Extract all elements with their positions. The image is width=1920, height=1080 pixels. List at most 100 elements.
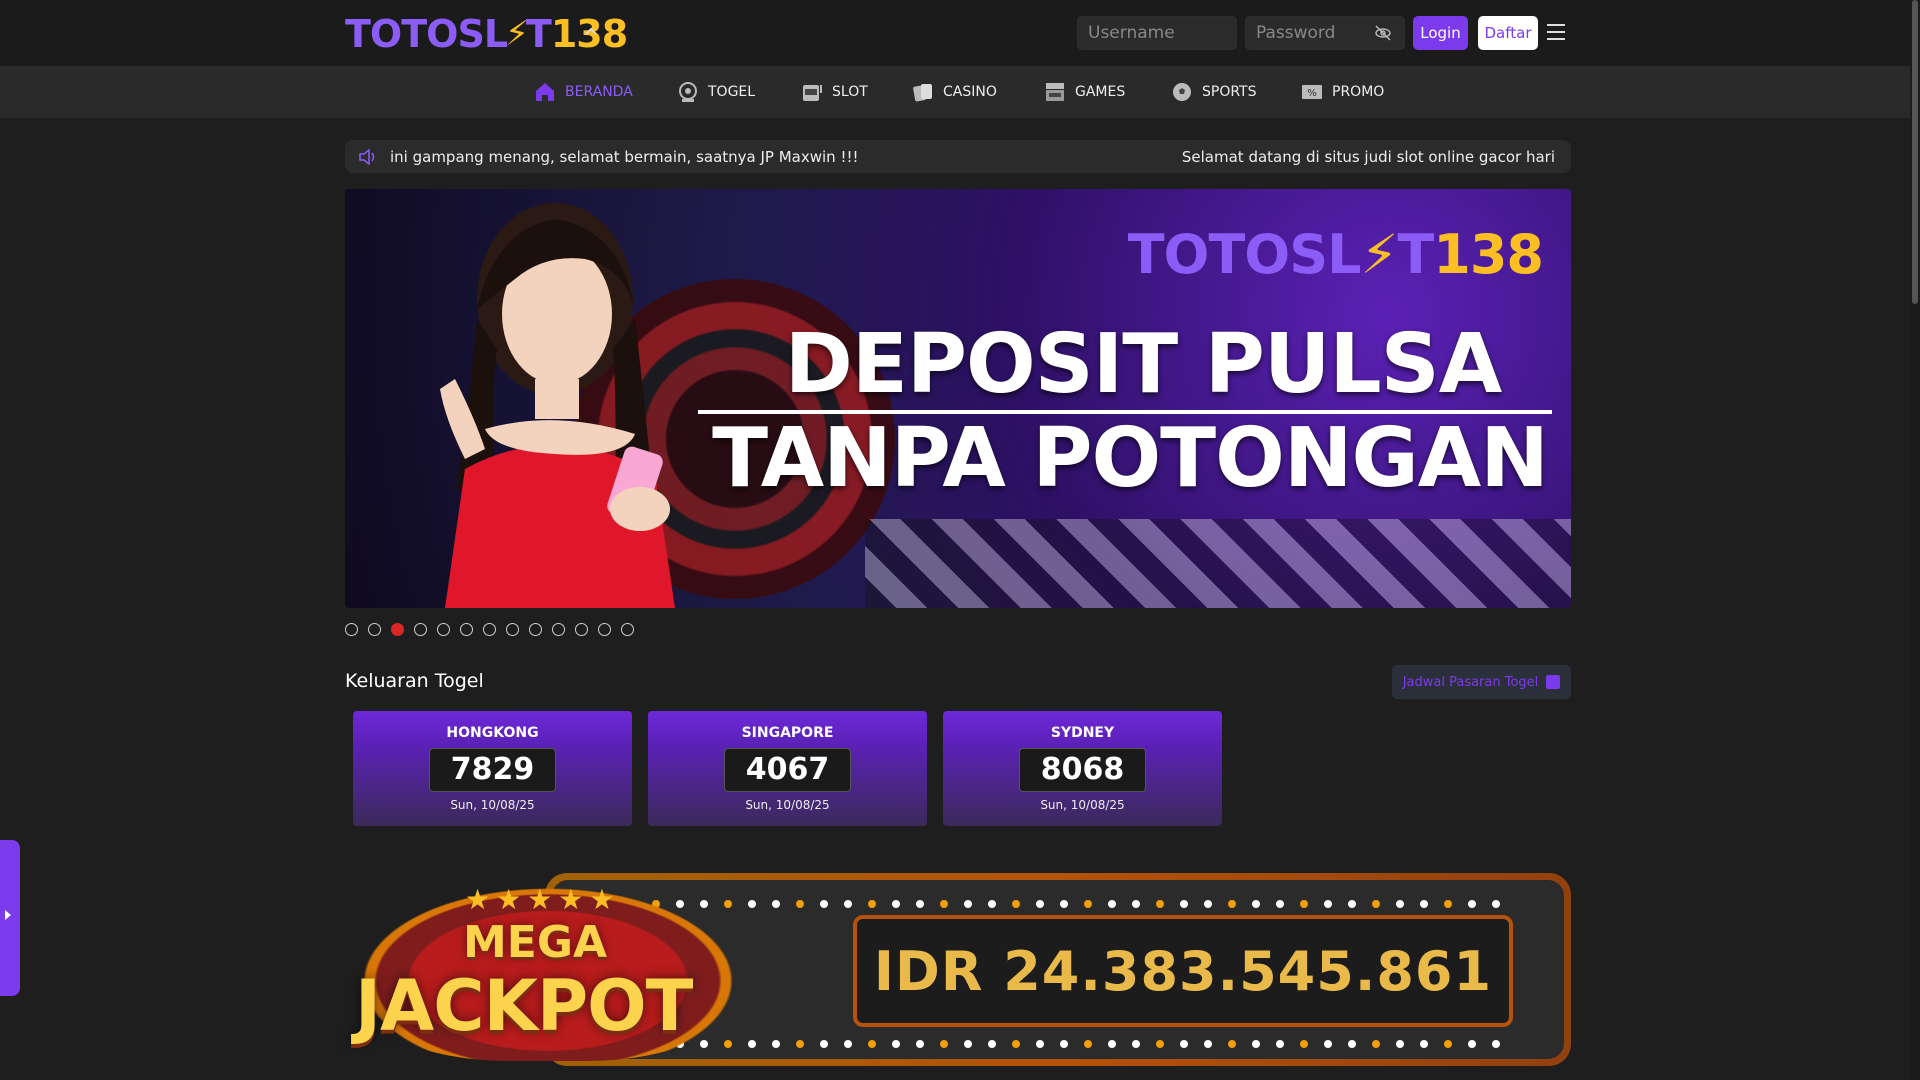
carousel-dot[interactable] <box>552 623 565 636</box>
nav-label: CASINO <box>943 84 997 100</box>
login-button[interactable]: Login <box>1413 16 1468 50</box>
logo-text: T <box>525 12 552 56</box>
mega-jackpot-logo: ★★★★★ MEGA JACKPOT <box>345 873 755 1066</box>
banner-headline-1: DEPOSIT PULSA <box>784 317 1502 412</box>
section-title: Keluaran Togel <box>345 670 484 692</box>
carousel-dot[interactable] <box>460 623 473 636</box>
light-bulb <box>964 900 972 908</box>
light-bulb <box>796 900 804 908</box>
cards-icon <box>911 80 935 104</box>
marquee-text: ini gampang menang, selamat bermain, saa… <box>390 148 859 166</box>
stars-icon: ★★★★★ <box>465 883 621 916</box>
light-bulb <box>1324 1040 1332 1048</box>
light-bulb <box>1300 1040 1308 1048</box>
light-bulb <box>1012 1040 1020 1048</box>
banner-logo-text: TOTOSL <box>1127 223 1362 286</box>
carousel-dots <box>345 623 634 637</box>
result-card-hongkong[interactable]: HONGKONG 7829 Sun, 10/08/25 <box>353 711 632 826</box>
light-bulb <box>1036 900 1044 908</box>
result-card-singapore[interactable]: SINGAPORE 4067 Sun, 10/08/25 <box>648 711 927 826</box>
light-bulb <box>796 1040 804 1048</box>
result-date: Sun, 10/08/25 <box>450 798 535 812</box>
home-icon <box>533 80 557 104</box>
light-bulb <box>988 1040 996 1048</box>
calendar-icon <box>1546 675 1561 689</box>
light-bulb <box>892 900 900 908</box>
carousel-dot[interactable] <box>483 623 496 636</box>
scrollbar[interactable] <box>1910 0 1920 1080</box>
market-name: SINGAPORE <box>741 725 834 741</box>
light-bulb <box>1372 900 1380 908</box>
nav-item-slot[interactable]: SLOT <box>800 80 868 104</box>
nav-item-games[interactable]: GAMES <box>1043 80 1125 104</box>
light-bulb <box>1108 900 1116 908</box>
light-bulb <box>1492 1040 1500 1048</box>
slot-machine-icon <box>800 80 824 104</box>
eye-off-icon[interactable] <box>1374 24 1392 42</box>
banner-logo-number: 138 <box>1433 223 1544 286</box>
carousel-dot[interactable] <box>506 623 519 636</box>
light-bulb <box>1156 900 1164 908</box>
light-bulb <box>916 900 924 908</box>
scrollbar-thumb[interactable] <box>1912 0 1918 304</box>
play-arrow-icon <box>5 910 11 920</box>
carousel-dot[interactable] <box>598 623 611 636</box>
light-bulb <box>1108 1040 1116 1048</box>
jackpot-label: JACKPOT <box>355 965 693 1047</box>
light-bulb <box>1204 1040 1212 1048</box>
light-bulb <box>1396 900 1404 908</box>
svg-text:%: % <box>1307 88 1317 99</box>
light-bulb <box>916 1040 924 1048</box>
carousel-dot[interactable] <box>575 623 588 636</box>
light-bulb <box>1276 900 1284 908</box>
checkered-floor <box>865 519 1571 608</box>
carousel-dot[interactable] <box>529 623 542 636</box>
chevron-up-icon[interactable] <box>584 22 598 42</box>
light-bulb <box>964 1040 972 1048</box>
nav-item-casino[interactable]: CASINO <box>911 80 997 104</box>
nav-item-sports[interactable]: SPORTS <box>1170 80 1257 104</box>
light-bulb <box>844 1040 852 1048</box>
togel-icon <box>676 80 700 104</box>
light-bulb <box>868 900 876 908</box>
result-card-sydney[interactable]: SYDNEY 8068 Sun, 10/08/25 <box>943 711 1222 826</box>
banner-headline-2: TANPA POTONGAN <box>712 411 1549 506</box>
nav-item-togel[interactable]: TOGEL <box>676 80 755 104</box>
carousel-dot[interactable] <box>621 623 634 636</box>
carousel-dot[interactable] <box>368 623 381 636</box>
register-button[interactable]: Daftar <box>1478 16 1538 50</box>
light-bulb <box>1228 900 1236 908</box>
light-bulb <box>1444 900 1452 908</box>
announcement-marquee: ini gampang menang, selamat bermain, saa… <box>345 140 1571 173</box>
hero-banner[interactable]: TOTOSL⚡T138 DEPOSIT PULSA TANPA POTONGAN <box>345 189 1571 608</box>
light-bulb <box>1420 1040 1428 1048</box>
nav-item-promo[interactable]: % PROMO <box>1300 80 1384 104</box>
light-bulb <box>1132 1040 1140 1048</box>
light-bulb <box>1348 1040 1356 1048</box>
schedule-button[interactable]: Jadwal Pasaran Togel <box>1392 665 1571 699</box>
carousel-dot[interactable] <box>345 623 358 636</box>
side-drawer-toggle[interactable] <box>0 840 20 996</box>
logo-text: TOTOSL <box>345 12 508 56</box>
carousel-dot[interactable] <box>391 623 404 636</box>
carousel-dot[interactable] <box>437 623 450 636</box>
light-bulb <box>1228 1040 1236 1048</box>
jackpot-amount: IDR 24.383.545.861 <box>853 915 1513 1027</box>
light-bulb <box>1084 900 1092 908</box>
menu-icon[interactable] <box>1547 24 1565 40</box>
carousel-dot[interactable] <box>414 623 427 636</box>
nav-label: SPORTS <box>1202 84 1257 100</box>
nav-item-beranda[interactable]: BERANDA <box>533 80 633 104</box>
logo-bolt-icon: ⚡ <box>505 14 529 54</box>
speaker-icon <box>357 147 379 167</box>
result-number: 8068 <box>1019 748 1146 792</box>
nav-label: BERANDA <box>565 84 633 100</box>
light-bulb <box>1156 1040 1164 1048</box>
light-bulb <box>1372 1040 1380 1048</box>
mega-label: MEGA <box>463 917 608 968</box>
nav-label: SLOT <box>832 84 868 100</box>
light-bulb <box>1276 1040 1284 1048</box>
username-input[interactable] <box>1077 16 1237 50</box>
light-bulb <box>1060 900 1068 908</box>
arcade-icon <box>1043 80 1067 104</box>
